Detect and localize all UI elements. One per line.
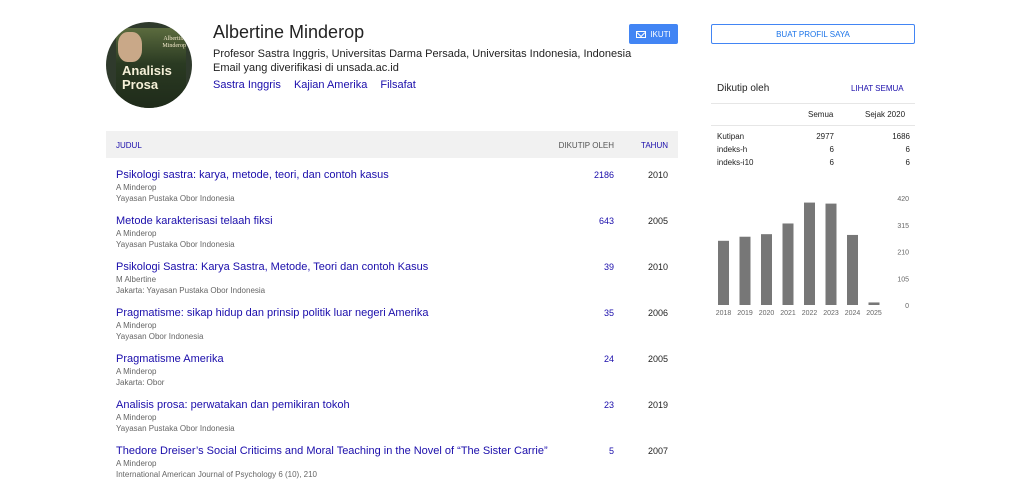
article-title[interactable]: Metode karakterisasi telaah fiksi [116,215,273,227]
article-authors: A Minderop [116,413,157,422]
article-title[interactable]: Pragmatisme: sikap hidup dan prinsip pol… [116,307,428,319]
article-venue: Yayasan Pustaka Obor Indonesia [116,424,235,433]
bar-2018[interactable] [718,240,729,305]
x-tick-label: 2021 [780,310,796,317]
col-since-header: Sejak 2020 [865,110,906,119]
follow-label: IKUTI [650,29,671,39]
table-row: Psikologi Sastra: Karya Sastra, Metode, … [106,261,678,305]
table-header: JUDUL DIKUTIP OLEH TAHUN [106,131,678,158]
interest-link[interactable]: Sastra Inggris [213,79,281,91]
article-year: 2010 [647,170,668,180]
article-venue: Yayasan Obor Indonesia [116,332,204,341]
interests: Sastra Inggris Kajian Amerika Filsafat [213,79,426,91]
cover-author: Albertine Minderop [162,36,186,49]
stat-since: 1686 [892,132,910,141]
stat-label: indeks-i10 [717,158,754,167]
article-year: 2005 [647,216,668,226]
cited-count[interactable]: 2186 [594,170,614,180]
stat-since: 6 [905,158,910,167]
article-venue: Yayasan Pustaka Obor Indonesia [116,194,235,203]
article-authors: A Minderop [116,229,157,238]
stat-all: 2977 [816,132,834,141]
y-tick-label: 420 [897,196,909,203]
stat-all: 6 [829,145,834,154]
table-row: Pragmatisme: sikap hidup dan prinsip pol… [106,307,678,351]
article-venue: Jakarta: Obor [116,378,165,387]
interest-link[interactable]: Kajian Amerika [294,79,367,91]
bar-2024[interactable] [847,234,858,305]
cited-count[interactable]: 643 [599,216,614,226]
cited-count[interactable]: 24 [604,354,614,364]
article-year: 2007 [647,446,668,456]
bar-2022[interactable] [804,202,815,305]
divider [711,125,915,126]
envelope-icon [636,30,647,38]
article-year: 2005 [647,354,668,364]
x-tick-label: 2019 [737,310,753,317]
bar-2023[interactable] [825,203,837,305]
stat-all: 6 [829,158,834,167]
cited-count[interactable]: 23 [604,400,614,410]
cited-count[interactable]: 39 [604,262,614,272]
article-authors: A Minderop [116,367,157,376]
table-row: Psikologi sastra: karya, metode, teori, … [106,169,678,213]
article-venue: Jakarta: Yayasan Pustaka Obor Indonesia [116,286,266,295]
portrait [118,32,142,62]
table-row: Pragmatisme Amerika A Minderop Jakarta: … [106,353,678,397]
article-venue: International American Journal of Psycho… [116,470,318,479]
article-venue: Yayasan Pustaka Obor Indonesia [116,240,235,249]
follow-button[interactable]: IKUTI [629,24,678,44]
profile-affiliation: Profesor Sastra Inggris, Universitas Dar… [213,48,632,60]
sort-cited[interactable]: DIKUTIP OLEH [559,141,614,150]
x-tick-label: 2018 [716,310,732,317]
x-tick-label: 2024 [845,310,861,317]
cited-by-heading: Dikutip oleh [717,83,770,94]
divider [711,103,915,104]
table-row: Analisis prosa: perwatakan dan pemikiran… [106,399,678,443]
article-title[interactable]: Thedore Dreiser’s Social Criticims and M… [116,445,548,457]
x-tick-label: 2020 [759,310,775,317]
article-authors: A Minderop [116,183,157,192]
x-tick-label: 2025 [866,310,882,317]
sort-year[interactable]: TAHUN [641,141,668,150]
table-row: Thedore Dreiser’s Social Criticims and M… [106,445,678,489]
y-tick-label: 105 [897,276,909,283]
cited-count[interactable]: 5 [609,446,614,456]
article-authors: A Minderop [116,321,157,330]
bar-2019[interactable] [739,236,751,305]
cover-title: Analisis Prosa [122,63,172,92]
sort-title[interactable]: JUDUL [116,141,142,150]
stat-label: indeks-h [717,145,748,154]
citations-chart: 2018 2019 2020 2021 2022 2023 2024 2025 420 315 21… [716,196,909,317]
x-tick-label: 2023 [823,310,839,317]
profile-email: Email yang diverifikasi di unsada.ac.id [213,62,399,74]
article-title[interactable]: Psikologi sastra: karya, metode, teori, … [116,169,389,181]
bar-2020[interactable] [761,234,772,305]
article-title[interactable]: Pragmatisme Amerika [116,353,224,365]
y-tick-label: 210 [897,250,909,257]
x-tick-label: 2022 [802,310,818,317]
bar-2021[interactable] [782,223,794,305]
cited-count[interactable]: 35 [604,308,614,318]
interest-link[interactable]: Filsafat [380,79,415,91]
profile-name: Albertine Minderop [213,22,365,42]
article-title[interactable]: Psikologi Sastra: Karya Sastra, Metode, … [116,261,428,273]
stat-since: 6 [905,145,910,154]
article-authors: A Minderop [116,459,157,468]
article-title[interactable]: Analisis prosa: perwatakan dan pemikiran… [116,399,350,411]
avatar: Albertine Minderop Analisis Prosa [106,22,192,108]
article-year: 2006 [647,308,668,318]
table-row: Metode karakterisasi telaah fiksi A Mind… [106,215,678,259]
y-tick-label: 315 [897,223,909,230]
bar-2025[interactable] [868,302,880,305]
article-year: 2010 [647,262,668,272]
article-year: 2019 [647,400,668,410]
col-all-header: Semua [808,110,834,119]
stat-label: Kutipan [717,132,745,141]
see-all-link[interactable]: LIHAT SEMUA [851,84,904,93]
y-tick-label: 0 [905,303,909,310]
create-profile-button[interactable]: BUAT PROFIL SAYA [711,24,915,44]
article-authors: M Albertine [116,275,157,284]
